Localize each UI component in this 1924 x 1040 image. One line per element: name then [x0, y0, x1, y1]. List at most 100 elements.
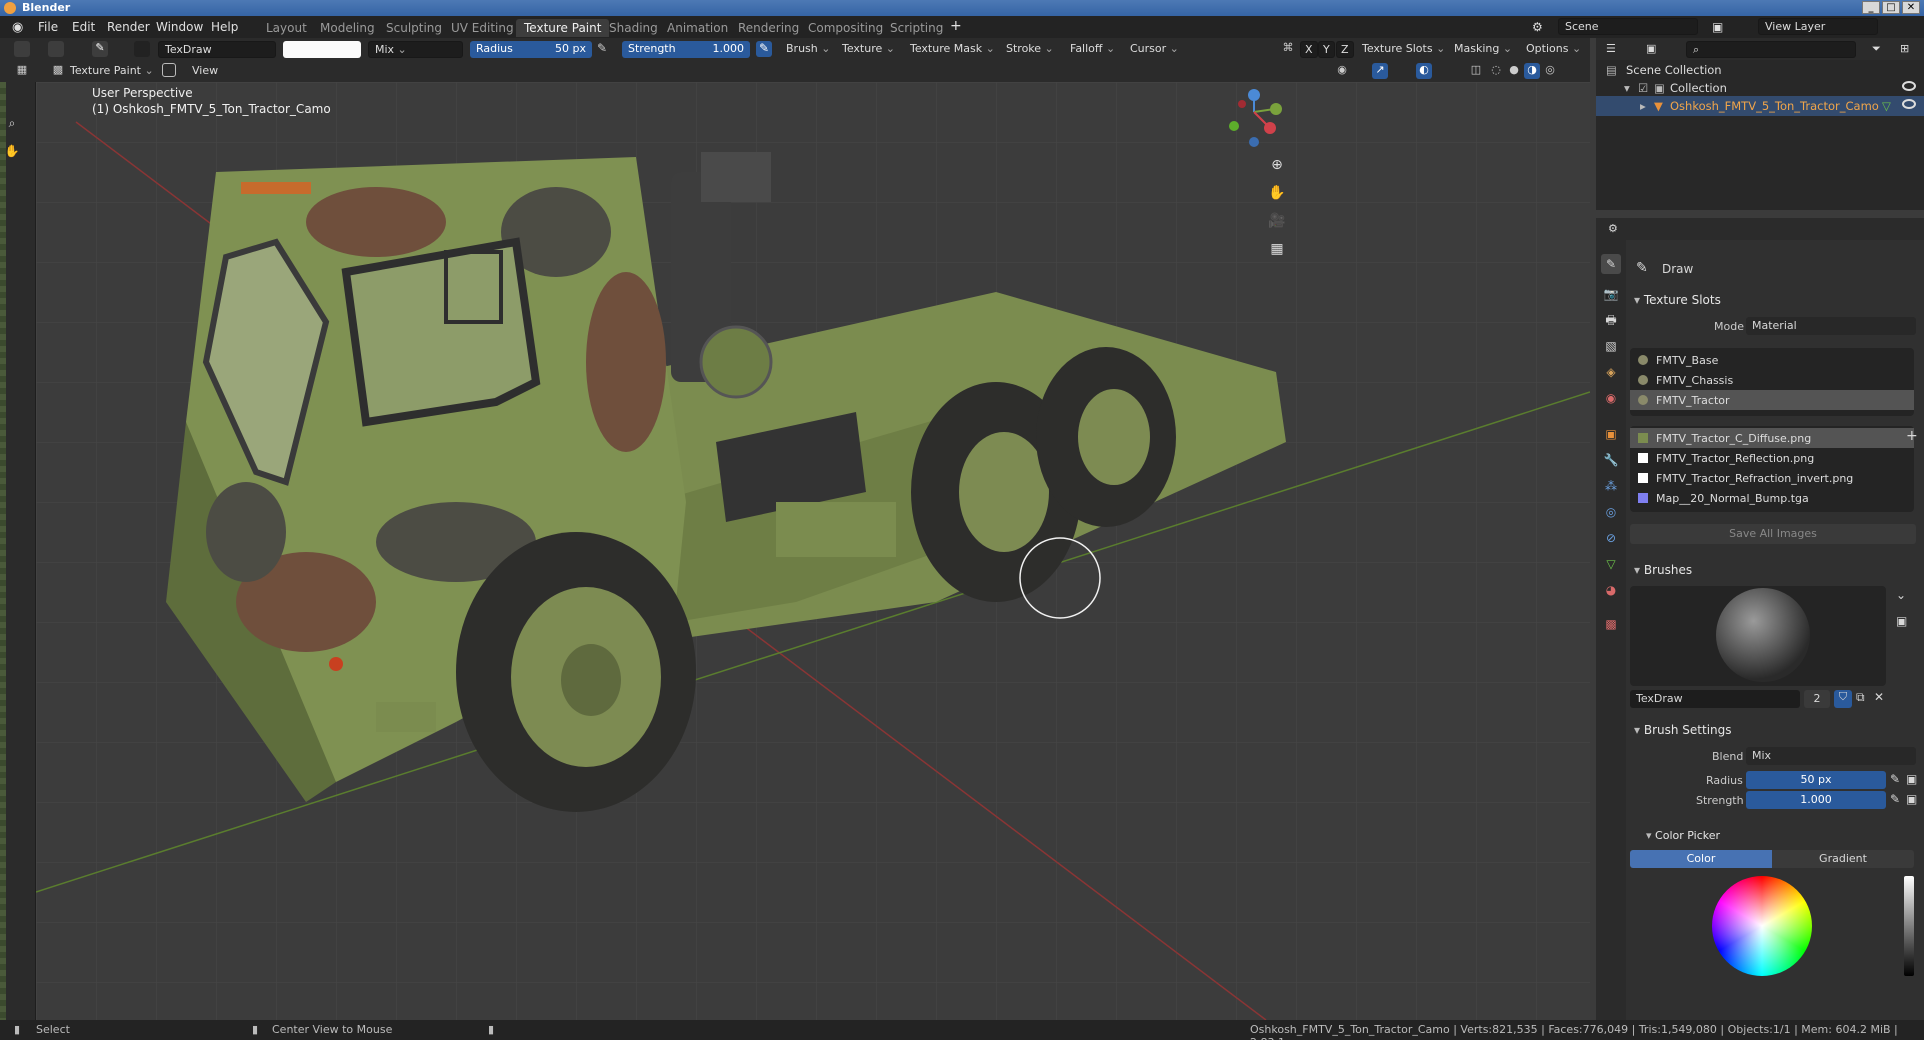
expand-arrow-icon[interactable]: ▸	[1640, 99, 1646, 113]
brush-image-icon[interactable]: ▣	[1896, 614, 1907, 628]
tab-layout[interactable]: Layout	[258, 19, 315, 37]
menu-window[interactable]: Window	[156, 20, 203, 34]
tab-scripting[interactable]: Scripting	[882, 19, 951, 37]
save-all-images-button[interactable]: Save All Images	[1630, 524, 1916, 544]
strength-unit-icon[interactable]: ▣	[1906, 792, 1917, 806]
brush-expand-icon[interactable]: ⌄	[1896, 588, 1906, 602]
brush-preview-panel[interactable]	[1630, 586, 1886, 686]
tool-settings-icon[interactable]	[48, 41, 64, 57]
fake-user-icon[interactable]: ⛉	[1834, 690, 1852, 708]
color-wheel[interactable]	[1712, 876, 1812, 976]
menu-render[interactable]: Render	[107, 20, 150, 34]
duplicate-brush-icon[interactable]: ⧉	[1856, 690, 1865, 705]
list-item[interactable]: FMTV_Tractor_Refraction_invert.png	[1630, 468, 1914, 488]
brush-dot-icon[interactable]	[134, 41, 150, 57]
eye-icon[interactable]	[1902, 81, 1916, 91]
material-tab-icon[interactable]: ◕	[1601, 580, 1621, 600]
outliner-editor-icon[interactable]: ☰	[1600, 41, 1622, 58]
brushes-section[interactable]: Brushes	[1626, 558, 1924, 582]
scene-icon[interactable]: ⚙	[1532, 20, 1543, 34]
symmetry-y-toggle[interactable]: Y	[1318, 41, 1335, 58]
add-slot-button[interactable]: +	[1906, 428, 1918, 444]
strength-slider[interactable]: 1.000	[1746, 791, 1886, 809]
tab-shading[interactable]: Shading	[601, 19, 666, 37]
tab-rendering[interactable]: Rendering	[730, 19, 807, 37]
close-button[interactable]: ✕	[1902, 1, 1920, 14]
zoom-icon[interactable]: ⌕	[2, 110, 22, 136]
eye-icon[interactable]	[1902, 99, 1916, 109]
world-tab-icon[interactable]: ◉	[1601, 388, 1621, 408]
render-tab-icon[interactable]: 📷	[1601, 284, 1621, 304]
color-picker-section[interactable]: Color Picker	[1638, 824, 1924, 848]
pan-view-icon[interactable]: ✋	[1264, 180, 1290, 206]
value-slider[interactable]	[1904, 876, 1914, 976]
blend-dropdown[interactable]: Mix	[1746, 747, 1916, 765]
menu-view[interactable]: View	[186, 63, 224, 80]
outliner-collection[interactable]: ▾ ☑ ▣ Collection	[1596, 78, 1924, 98]
wireframe-shading-icon[interactable]: ◌	[1488, 63, 1504, 79]
list-item[interactable]: FMTV_Chassis	[1630, 370, 1914, 390]
rendered-shading-icon[interactable]: ◎	[1542, 63, 1558, 79]
particles-tab-icon[interactable]: ⁂	[1601, 476, 1621, 496]
output-tab-icon[interactable]: 🖶	[1601, 310, 1621, 330]
view-layer-selector[interactable]: View Layer	[1758, 18, 1878, 35]
list-item[interactable]: FMTV_Tractor	[1630, 390, 1914, 410]
outliner-object-row[interactable]: ▸ ▼ Oshkosh_FMTV_5_Ton_Tractor_Camo ▽	[1596, 96, 1924, 116]
collapse-arrow-icon[interactable]: ▾	[1624, 81, 1630, 95]
brush-name-field[interactable]: TexDraw	[158, 41, 276, 58]
menu-falloff[interactable]: Falloff	[1064, 41, 1121, 58]
tab-texture-paint[interactable]: Texture Paint	[516, 19, 610, 37]
display-mode-icon[interactable]: ▣	[1640, 41, 1662, 58]
constraints-tab-icon[interactable]: ⊘	[1601, 528, 1621, 548]
view-layer-tab-icon[interactable]: ▧	[1601, 336, 1621, 356]
list-item[interactable]: FMTV_Tractor_C_Diffuse.png	[1630, 428, 1914, 448]
color-tab[interactable]: Color	[1630, 850, 1772, 868]
unlink-brush-icon[interactable]: ✕	[1874, 690, 1884, 704]
add-workspace-button[interactable]: +	[950, 18, 962, 34]
hand-icon[interactable]: ✋	[2, 138, 22, 164]
brush-settings-section[interactable]: Brush Settings	[1626, 718, 1924, 742]
tab-uv-editing[interactable]: UV Editing	[443, 19, 522, 37]
blend-mode-dropdown[interactable]: Mix	[368, 41, 463, 58]
strength-pressure-icon[interactable]: ✎	[756, 41, 772, 57]
tab-compositing[interactable]: Compositing	[800, 19, 891, 37]
3d-viewport[interactable]: User Perspective (1) Oshkosh_FMTV_5_Ton_…	[36, 82, 1590, 1020]
properties-editor-icon[interactable]: ⚙	[1602, 221, 1624, 238]
physics-tab-icon[interactable]: ◎	[1601, 502, 1621, 522]
camera-view-icon[interactable]: 🎥	[1264, 208, 1290, 234]
gizmo-icon[interactable]: ↗	[1372, 63, 1388, 79]
menu-edit[interactable]: Edit	[72, 20, 95, 34]
outliner-scene-collection[interactable]: ▤ Scene Collection	[1596, 60, 1924, 80]
mode-dropdown[interactable]: Material	[1746, 317, 1916, 335]
menu-options[interactable]: Options	[1520, 41, 1587, 58]
ortho-toggle-icon[interactable]: ▦	[1264, 236, 1290, 262]
brush-color-swatch[interactable]	[283, 41, 361, 58]
symmetry-icon[interactable]: ⌘	[1280, 41, 1296, 57]
texture-slots-section[interactable]: Texture Slots	[1626, 288, 1924, 312]
mesh-data-icon[interactable]: ▽	[1882, 99, 1891, 113]
minimize-button[interactable]: _	[1862, 1, 1880, 14]
tab-sculpting[interactable]: Sculpting	[378, 19, 450, 37]
menu-texture-slots[interactable]: Texture Slots	[1356, 41, 1451, 58]
menu-texture-mask[interactable]: Texture Mask	[904, 41, 1001, 58]
radius-pressure-icon[interactable]: ✎	[1890, 772, 1900, 786]
list-item[interactable]: FMTV_Base	[1630, 350, 1914, 370]
tab-animation[interactable]: Animation	[659, 19, 736, 37]
visibility-icon[interactable]: ◉	[1334, 63, 1350, 79]
mask-toggle-icon[interactable]	[162, 63, 176, 77]
overlays-icon[interactable]: ◐	[1416, 63, 1432, 79]
strength-pressure-icon[interactable]: ✎	[1890, 792, 1900, 806]
list-item[interactable]: FMTV_Tractor_Reflection.png	[1630, 448, 1914, 468]
brush-users-count[interactable]: 2	[1804, 690, 1830, 708]
symmetry-x-toggle[interactable]: X	[1300, 41, 1318, 58]
menu-stroke[interactable]: Stroke	[1000, 41, 1060, 58]
brush-name-field[interactable]: TexDraw	[1630, 690, 1800, 708]
strength-slider[interactable]: Strength 1.000	[622, 41, 750, 58]
menu-help[interactable]: Help	[211, 20, 238, 34]
radius-slider[interactable]: 50 px	[1746, 771, 1886, 789]
zoom-view-icon[interactable]: ⊕	[1264, 152, 1290, 178]
scene-selector[interactable]: Scene	[1558, 18, 1698, 35]
texture-tab-icon[interactable]: ▩	[1601, 614, 1621, 634]
material-shading-icon[interactable]: ◑	[1524, 63, 1540, 79]
scene-tab-icon[interactable]: ◈	[1601, 362, 1621, 382]
